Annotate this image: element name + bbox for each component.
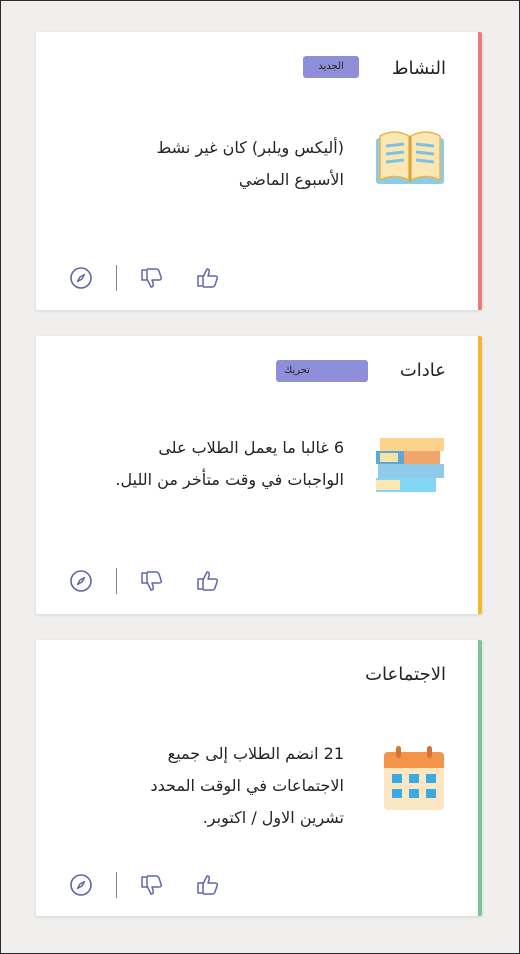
body-line: الاجتماعات في الوقت المحدد [150,776,344,795]
card-accent-bar [478,32,482,310]
explore-button[interactable] [66,566,96,596]
thumbs-down-icon [141,268,162,288]
thumbs-down-icon [141,875,162,895]
status-badge: تحريك [276,360,368,382]
thumbs-down-icon [141,571,162,591]
thumbs-up-icon [197,875,218,895]
action-divider [116,872,117,898]
body-line: (أليكس ويلبر) كان غير نشط [156,138,344,157]
insight-card-meetings[interactable]: الاجتماعات 21 انضم الطلاب إلى جميع الاجت… [36,640,482,916]
card-actions [66,261,223,295]
body-line: الواجبات في وقت متأخر من الليل. [115,470,344,489]
thumbs-up-button[interactable] [193,263,223,293]
card-body: 6 غالبا ما يعمل الطلاب على الواجبات في و… [115,432,344,496]
compass-icon [70,267,92,289]
thumbs-up-button[interactable] [193,870,223,900]
thumbs-down-button[interactable] [137,263,167,293]
compass-icon [70,874,92,896]
body-line: تشرين الاول / اكتوبر. [202,808,344,827]
card-title: النشاط [391,58,446,79]
body-line: 21 انضم الطلاب إلى جميع [167,744,344,763]
explore-button[interactable] [66,263,96,293]
action-divider [116,265,117,291]
card-accent-bar [478,640,482,916]
status-badge: الجديد [303,56,359,78]
insight-card-habits[interactable]: عادات تحريك 6 غالبا ما يعمل الطلاب على ا… [36,336,482,614]
thumbs-down-button[interactable] [137,870,167,900]
insight-card-activity[interactable]: النشاط الجديد (أليكس ويلبر) كان غير نشط … [36,32,482,310]
books-stack-icon [376,438,444,492]
card-body: (أليكس ويلبر) كان غير نشط الأسبوع الماضي [156,132,344,196]
card-body: 21 انضم الطلاب إلى جميع الاجتماعات في ال… [150,738,344,834]
card-actions [66,564,223,598]
thumbs-up-icon [197,268,218,288]
body-line: 6 غالبا ما يعمل الطلاب على [158,438,344,457]
body-line: الأسبوع الماضي [238,170,344,189]
thumbs-down-button[interactable] [137,566,167,596]
card-actions [66,868,223,902]
card-title: الاجتماعات [365,664,446,685]
thumbs-up-button[interactable] [193,566,223,596]
explore-button[interactable] [66,870,96,900]
calendar-icon [384,746,444,810]
thumbs-up-icon [197,571,218,591]
action-divider [116,568,117,594]
card-accent-bar [478,336,482,614]
compass-icon [70,570,92,592]
book-icon [376,131,444,184]
card-title: عادات [399,360,446,381]
